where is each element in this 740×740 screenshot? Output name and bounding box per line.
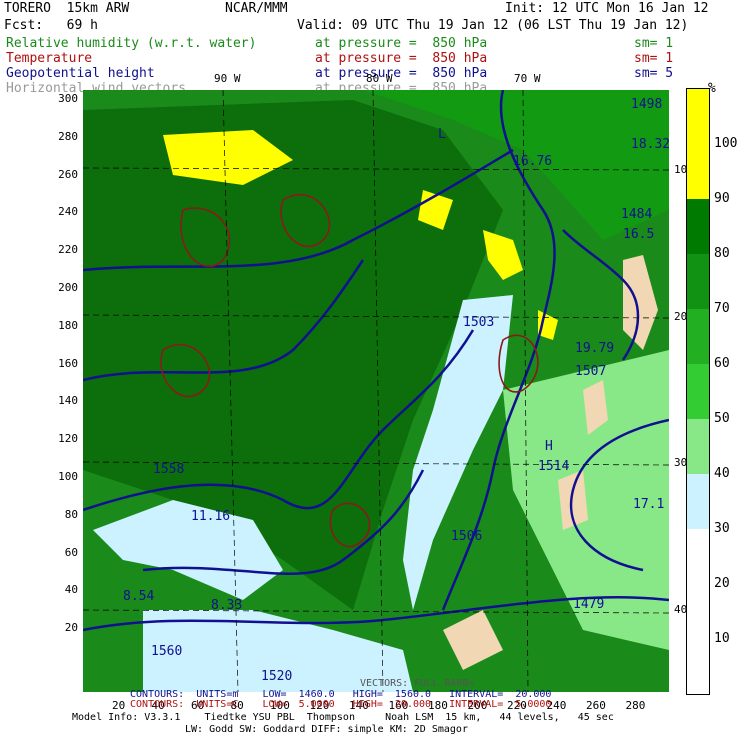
- legend-color-segment: [687, 639, 709, 694]
- org-label: NCAR/MMM: [225, 1, 288, 16]
- model-title: TORERO 15km ARW: [4, 1, 130, 16]
- x-tick-label: 280: [625, 699, 646, 712]
- x-tick-label: 20: [112, 699, 126, 712]
- legend-color-segment: [687, 584, 709, 639]
- contour-label: 1560: [151, 644, 182, 659]
- legend-tick-label: 60: [714, 356, 730, 371]
- y-tick-label: 80: [64, 507, 78, 521]
- field-pressure: at pressure = 850 hPa: [315, 36, 488, 51]
- contour-label: 1558: [153, 462, 184, 477]
- legend-color-segment: [687, 89, 709, 144]
- y-tick-label: 60: [64, 545, 78, 559]
- field-name: Relative humidity (w.r.t. water): [6, 36, 257, 51]
- contour-label: 1498: [631, 97, 662, 112]
- field-name: Temperature: [6, 51, 93, 66]
- contour-label: 1514: [538, 459, 569, 474]
- field-name: Geopotential height: [6, 66, 155, 81]
- y-tick-label: 300: [58, 92, 78, 105]
- field-smoothing: sm= 1: [634, 36, 674, 51]
- init-time: Init: 12 UTC Mon 16 Jan 12: [505, 1, 709, 16]
- contour-label: 16.76: [513, 154, 552, 169]
- contour-label: 8.33: [211, 598, 242, 613]
- model-info: Model Info: V3.3.1 Tiedtke YSU PBL Thomp…: [72, 712, 614, 723]
- field-smoothing: sm= 5: [634, 66, 674, 81]
- longitude-label: 90 W: [214, 72, 241, 85]
- legend-tick-label: 100: [714, 136, 738, 151]
- legend-tick-label: 40: [714, 466, 730, 481]
- field-pressure: at pressure = 850 hPa: [315, 51, 488, 66]
- legend-color-segment: [687, 474, 709, 529]
- contour-label: 1506: [451, 529, 482, 544]
- legend-tick-label: 30: [714, 521, 730, 536]
- valid-time: Valid: 09 UTC Thu 19 Jan 12 (06 LST Thu …: [297, 18, 689, 33]
- y-tick-label: 100: [58, 470, 78, 483]
- legend-color-segment: [687, 199, 709, 254]
- legend-tick-label: 10: [714, 631, 730, 646]
- y-tick-label: 160: [58, 356, 78, 370]
- contour-label: 19.79: [575, 341, 614, 356]
- legend-color-segment: [687, 254, 709, 309]
- y-tick-label: 240: [58, 205, 78, 219]
- longitude-label: 70 W: [514, 72, 541, 85]
- legend-color-segment: [687, 529, 709, 584]
- field-smoothing: sm= 1: [634, 51, 674, 66]
- contour-label: L: [438, 127, 446, 142]
- field-pressure: at pressure = 850 hPa: [315, 66, 488, 81]
- longitude-label: 80 W: [366, 72, 393, 85]
- contour-label: 1503: [463, 315, 494, 330]
- y-tick-label: 280: [58, 129, 78, 143]
- y-tick-label: 200: [58, 281, 78, 294]
- y-tick-label: 20: [64, 621, 78, 635]
- y-tick-label: 140: [58, 394, 78, 408]
- contour-label: 11.16: [191, 509, 230, 524]
- legend-color-segment: [687, 419, 709, 474]
- contour-label: H: [545, 439, 553, 454]
- weather-map: 1498 18.32 16.76 1484 16.5 1503 1507 1514 1506 15…: [83, 90, 669, 692]
- legend-color-segment: [687, 364, 709, 419]
- contour-label: 1484: [621, 207, 652, 222]
- contour-label: 1520: [261, 669, 292, 684]
- contour-label: 17.1: [633, 497, 664, 512]
- y-tick-label: 180: [58, 318, 78, 332]
- y-tick-label: 120: [58, 432, 78, 446]
- legend-tick-label: 80: [714, 246, 730, 261]
- contour-label: 18.32: [631, 137, 669, 152]
- contours-temp-info: CONTOURS: UNITS=C LOW= 5.0000 HIGH= 20.0…: [130, 699, 552, 710]
- color-legend: [686, 88, 710, 695]
- forecast-hour: Fcst: 69 h: [4, 18, 98, 33]
- y-tick-label: 260: [58, 167, 78, 181]
- contour-label: 16.5: [623, 227, 654, 242]
- x-tick-label: 260: [586, 699, 606, 712]
- y-tick-label: 40: [64, 583, 78, 597]
- y-tick-label: 220: [58, 243, 78, 257]
- model-info-physics: LW: Godd SW: Goddard DIFF: simple KM: 2D…: [185, 724, 468, 735]
- contour-label: 8.54: [123, 589, 154, 604]
- legend-color-segment: [687, 309, 709, 364]
- legend-color-segment: [687, 144, 709, 199]
- vectors-info: VECTORS: FULL BARB=: [360, 678, 475, 689]
- legend-tick-label: 20: [714, 576, 730, 591]
- legend-tick-label: 70: [714, 301, 730, 316]
- contour-label: 1507: [575, 364, 606, 379]
- contour-label: 1479: [573, 597, 604, 612]
- legend-tick-label: 50: [714, 411, 730, 426]
- legend-tick-label: 90: [714, 191, 730, 206]
